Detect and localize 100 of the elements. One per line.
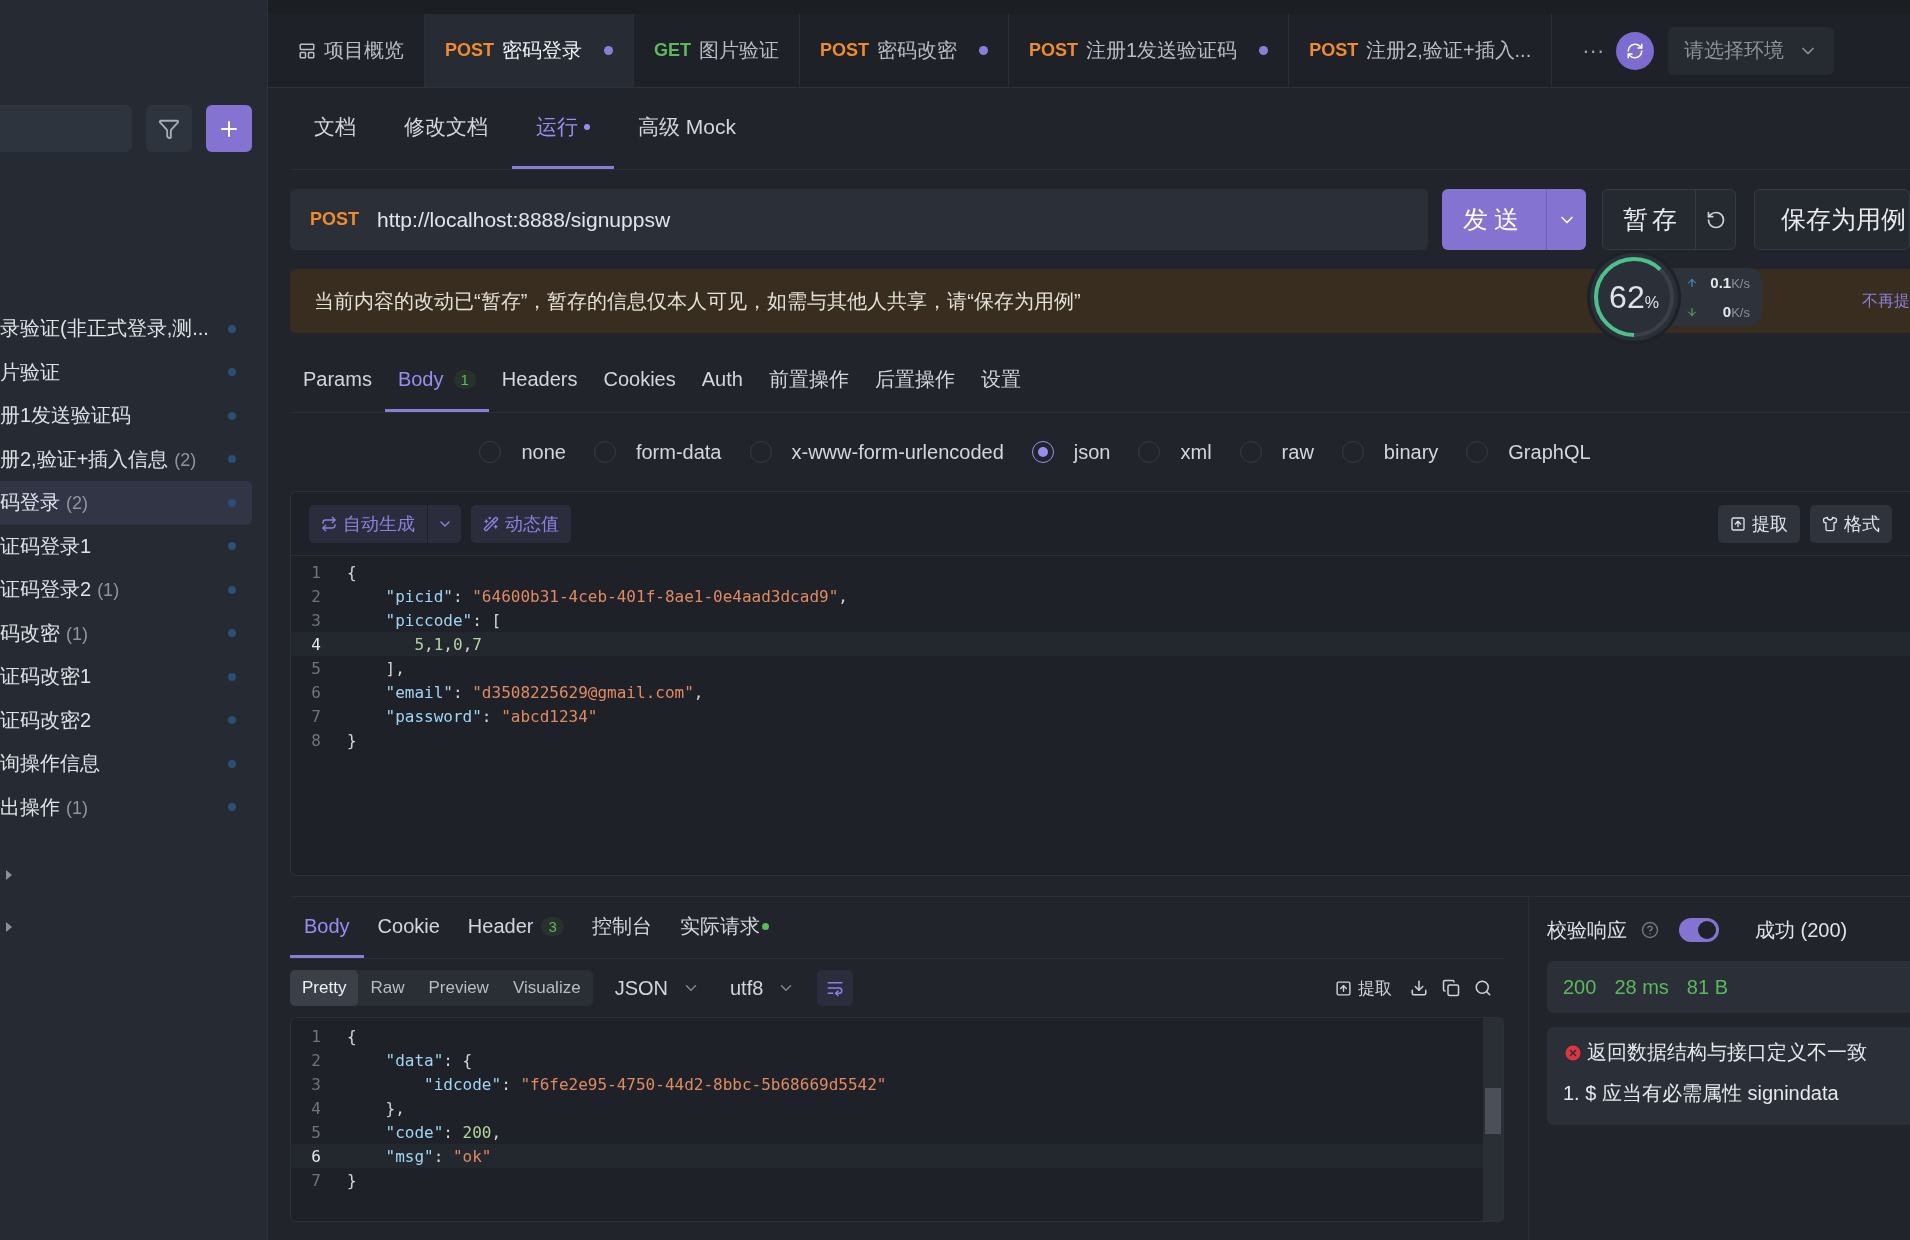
sidebar-item[interactable]: 码登录 (2) [0,481,252,525]
validate-toggle[interactable] [1679,918,1719,942]
cpu-gauge: 62% [1590,253,1678,341]
body-type-option[interactable]: xml [1138,440,1212,464]
response-tab[interactable]: Body [290,897,364,958]
search-icon[interactable] [1474,979,1492,997]
sidebar-item[interactable]: 证码登录1 [0,524,252,568]
body-type-option[interactable]: raw [1239,440,1314,464]
request-section-tab[interactable]: 设置 [967,349,1034,412]
line-number: 4 [310,634,322,654]
copy-icon[interactable] [1442,979,1460,997]
down-arrow-icon [1686,305,1698,318]
layout-icon [298,41,316,60]
expand-icon[interactable] [6,922,12,932]
sidebar-item[interactable]: 片验证 [0,350,252,394]
code-line: "email": "d3508225629@gmail.com", [384,682,704,702]
help-icon[interactable] [1641,921,1659,939]
more-button[interactable]: ··· [1552,37,1617,64]
view-tab[interactable]: Visualize [500,970,593,1006]
line-number: 5 [310,1122,322,1142]
line-number: 2 [310,586,322,606]
request-section-tab[interactable]: Body 1 [384,349,489,412]
response-tab[interactable]: Header 3 [453,897,578,958]
body-type-option[interactable]: form-data [593,440,722,464]
code-line: "code": 200, [384,1122,502,1142]
sidebar-item[interactable]: 证码登录2 (1) [0,568,252,612]
filter-button[interactable] [146,105,192,152]
sub-tab[interactable]: 高级 Mock [614,88,760,169]
body-type-option[interactable]: json [1031,440,1111,464]
body-type-option[interactable]: x-www-form-urlencoded [749,440,1004,464]
request-section-tab[interactable]: Cookies [590,349,689,412]
code-line: "piccode": [ [384,610,502,630]
dismiss-link[interactable]: 不再提 [1862,290,1910,312]
extract-button[interactable]: 提取 [1718,504,1800,543]
encoding-select[interactable]: utf8 [721,976,804,1000]
sidebar-item[interactable]: 证码改密2 [0,698,252,742]
line-number: 4 [310,1098,322,1118]
sub-tab[interactable]: 修改文档 [380,88,512,169]
up-arrow-icon [1686,276,1698,289]
request-section-tab[interactable]: Params [290,349,385,412]
error-detail: 1. $ 应当有必需属性 signindata [1563,1081,1840,1106]
response-tab[interactable]: 实际请求 [665,897,783,958]
sidebar-item[interactable]: 码改密 (1) [0,611,252,655]
sub-tab[interactable]: 运行 [512,88,614,169]
request-tab[interactable]: POST 密码登录 [425,14,634,87]
line-number: 1 [310,1026,322,1046]
sync-icon[interactable] [1616,31,1655,70]
error-text: 返回数据结构与接口定义不一致 [1587,1040,1867,1065]
body-type-option[interactable]: GraphQL [1466,440,1591,464]
dynamic-value-button[interactable]: 动态值 [471,504,571,543]
url-field[interactable]: POST http://localhost:8888/signuppsw [290,189,1428,250]
request-section-tab[interactable]: 后置操作 [861,349,968,412]
request-tab[interactable]: GET 图片验证 [634,14,801,87]
view-tab[interactable]: Pretty [290,970,359,1006]
sidebar-item[interactable]: 证码改密1 [0,655,252,699]
body-type-option[interactable]: binary [1341,440,1439,464]
code-line: }, [384,1098,405,1118]
line-number: 7 [310,1170,322,1190]
request-tab[interactable]: POST 注册1发送验证码 [1009,14,1290,87]
sidebar-item[interactable]: 册2,验证+插入信息 (2) [0,437,252,481]
shirt-icon [1822,515,1838,532]
status-code: 200 [1563,975,1597,999]
code-line: } [346,1170,357,1190]
sidebar-item[interactable]: 册1发送验证码 [0,394,252,438]
request-tab[interactable]: POST 注册2,验证+插入... [1289,14,1553,87]
sub-tab[interactable]: 文档 [290,88,380,169]
export-icon [1730,515,1746,532]
view-tab[interactable]: Raw [358,970,417,1006]
wrap-button[interactable] [817,970,854,1006]
request-section-tab[interactable]: Headers [488,349,591,412]
wand-icon [483,515,499,532]
response-tab[interactable]: Cookie [363,897,454,958]
extract-button[interactable]: 提取 [1331,972,1396,1004]
export-icon [1335,979,1352,997]
request-tab[interactable]: POST 密码改密 [800,14,1010,87]
expand-icon[interactable] [6,870,12,880]
sidebar-item[interactable]: 询操作信息 [0,742,252,786]
environment-select[interactable]: 请选择环境 [1668,26,1835,75]
download-icon[interactable] [1410,979,1428,997]
response-tab[interactable]: 控制台 [577,897,666,958]
scrollbar[interactable] [1483,1018,1503,1221]
sidebar-item[interactable]: 出操作 (1) [0,785,252,829]
body-type-option[interactable]: none [479,440,566,464]
view-tab[interactable]: Preview [416,970,501,1006]
response-size: 81 B [1686,975,1728,999]
line-number: 6 [310,1146,322,1166]
add-button[interactable] [206,105,252,152]
request-section-tab[interactable]: 前置操作 [755,349,862,412]
line-number: 3 [310,1074,322,1094]
format-button[interactable]: 格式 [1810,504,1892,543]
request-section-tab[interactable]: Auth [688,349,756,412]
save-as-case-button[interactable]: 保存为用例 [1754,189,1910,250]
code-line: { [346,562,357,582]
notice-text: 当前内容的改动已“暂存”，暂存的信息仅本人可见，如需与其他人共享，请“保存为用例” [314,288,1081,314]
code-line: "data": { [384,1050,473,1070]
format-select[interactable]: JSON [606,976,708,1000]
code-line: { [346,1026,357,1046]
code-line: "picid": "64600b31-4ceb-401f-8ae1-0e4aad3dcad9", [384,586,848,606]
sidebar-item[interactable]: 录验证(非正式登录,测... [0,307,252,351]
filter-icon [158,117,180,140]
